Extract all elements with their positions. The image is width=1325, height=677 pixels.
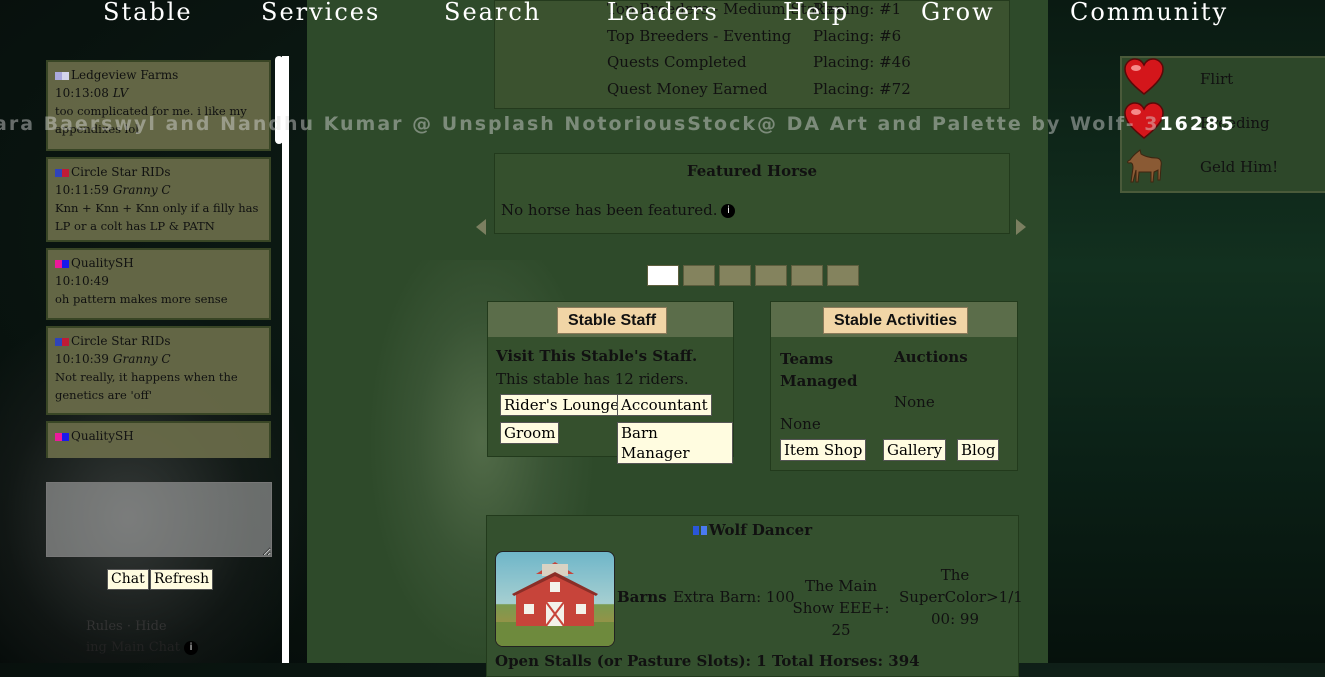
chat-time: 10:11:59 — [55, 183, 109, 197]
chat-input[interactable] — [46, 482, 272, 557]
chat-message: Circle Star RIDs 10:10:39 Granny C Not re… — [46, 326, 271, 415]
barn-icon — [496, 562, 614, 646]
stable-staff-title: Stable Staff — [557, 307, 668, 334]
carousel-dot[interactable] — [683, 265, 715, 286]
barns-label: Barns — [617, 588, 667, 606]
heart-icon — [1124, 58, 1164, 95]
nav-grow[interactable]: Grow — [921, 0, 995, 26]
chat-time: 10:10:39 — [55, 352, 109, 366]
chat-text: Not really, it happens when the genetics… — [55, 370, 238, 402]
chat-username[interactable]: Circle Star RIDs — [71, 334, 171, 348]
flag-icon — [692, 526, 699, 535]
horse-card: Wolf Dancer Barns Extra Barn: 100 The Ma… — [486, 515, 1023, 677]
nav-search[interactable]: Search — [444, 0, 541, 26]
chat-user-tag: Granny C — [112, 352, 171, 366]
featured-horse-box: Featured Horse No horse has been feature… — [494, 153, 1010, 234]
flag-icon — [55, 432, 69, 441]
flirt-action[interactable]: Flirt — [1122, 58, 1325, 98]
carousel-dot[interactable] — [827, 265, 859, 286]
auctions-value: None — [894, 393, 935, 411]
nav-help[interactable]: Help — [783, 0, 849, 26]
flag-icon — [55, 168, 69, 177]
stable-staff-panel: Stable Staff Visit This Stable's Staff. … — [487, 301, 734, 464]
stable-activities-title: Stable Activities — [823, 307, 969, 334]
chat-message: Ledgeview Farms 10:13:08 LV too complicat… — [46, 60, 271, 151]
staff-riders-count: This stable has 12 riders. — [496, 370, 689, 388]
credit-text: ara Baerswyl and Nandhu Kumar @ Unsplash… — [0, 113, 1160, 135]
chat-username[interactable]: Ledgeview Farms — [71, 68, 178, 82]
banner-credit: ara Baerswyl and Nandhu Kumar @ Unsplash… — [0, 113, 1236, 135]
info-icon[interactable]: i — [721, 204, 736, 218]
main-show-count: The Main Show EEE+: 25 — [792, 577, 890, 639]
stat-label: Quests Completed — [607, 53, 747, 71]
barn-manager-button[interactable]: Barn Manager — [617, 422, 733, 464]
chat-user-tag: Granny C — [112, 183, 171, 197]
carousel-dot[interactable] — [647, 265, 679, 286]
top-navigation: Stable Services Search Leaders Help Grow… — [0, 0, 1325, 30]
teams-value: None — [780, 415, 821, 433]
chat-user-tag: LV — [112, 86, 129, 100]
chat-rules-hide-links[interactable]: Rules · Hide — [86, 619, 167, 634]
geld-action[interactable]: Geld Him! — [1122, 146, 1325, 186]
carousel-dot[interactable] — [719, 265, 751, 286]
barn-image[interactable] — [495, 551, 615, 647]
chat-username[interactable]: Circle Star RIDs — [71, 165, 171, 179]
info-icon[interactable]: i — [184, 640, 199, 655]
chat-send-button[interactable]: Chat — [107, 569, 149, 590]
featured-message-row: No horse has been featured. i — [501, 201, 736, 219]
geld-label[interactable]: Geld Him! — [1200, 158, 1278, 176]
nav-leaders[interactable]: Leaders — [607, 0, 719, 26]
carousel-dot[interactable] — [791, 265, 823, 286]
chat-refresh-button[interactable]: Refresh — [150, 569, 214, 590]
horse-name[interactable]: Wolf Dancer — [709, 521, 812, 539]
stat-placing: Placing: #72 — [813, 80, 911, 98]
chat-time: 10:10:49 — [55, 274, 109, 288]
riders-lounge-button[interactable]: Rider's Lounge — [500, 394, 624, 416]
staff-heading: Visit This Stable's Staff. — [496, 347, 698, 365]
featured-title: Featured Horse — [686, 162, 818, 180]
supercolor-count: The SuperColor>1/1 00: 99 — [899, 566, 1023, 628]
chat-text: oh pattern makes more sense — [55, 292, 228, 306]
horse-name-row: Wolf Dancer — [487, 521, 1018, 539]
nav-services[interactable]: Services — [261, 0, 380, 26]
carousel-prev-icon[interactable] — [476, 219, 486, 235]
stable-activities-panel: Stable Activities Teams Managed Auctions… — [770, 301, 1018, 471]
chat-username[interactable]: QualitySH — [71, 256, 134, 270]
extra-barn-count: Extra Barn: 100 — [673, 588, 795, 606]
gallery-button[interactable]: Gallery — [883, 439, 947, 461]
carousel-next-icon[interactable] — [1016, 219, 1026, 235]
horse-icon — [1127, 149, 1162, 183]
flirt-label[interactable]: Flirt — [1200, 70, 1233, 88]
flag-icon — [55, 337, 69, 346]
item-shop-button[interactable]: Item Shop — [780, 439, 867, 461]
chat-time: 10:13:08 — [55, 86, 109, 100]
stalls-footer: Open Stalls (or Pasture Slots): 1 Total … — [495, 652, 920, 670]
flag-icon — [55, 259, 69, 268]
blog-button[interactable]: Blog — [957, 439, 1000, 461]
auctions-label: Auctions — [894, 348, 968, 366]
credit-text-highlight: 16285 — [1159, 113, 1236, 135]
chat-main-chat-text[interactable]: ing Main Chat — [86, 640, 180, 655]
chat-scrollbar-track[interactable] — [282, 56, 289, 663]
chat-username[interactable]: QualitySH — [71, 429, 134, 443]
chat-message: Circle Star RIDs 10:11:59 Granny C Knn + … — [46, 157, 271, 242]
flag-icon — [55, 71, 69, 80]
stat-label: Quest Money Earned — [607, 80, 768, 98]
stat-placing: Placing: #46 — [813, 53, 911, 71]
groom-button[interactable]: Groom — [500, 422, 560, 444]
chat-message: QualitySH — [46, 421, 271, 458]
accountant-button[interactable]: Accountant — [617, 394, 712, 416]
nav-stable[interactable]: Stable — [103, 0, 193, 26]
featured-message: No horse has been featured. — [501, 201, 718, 219]
carousel-dot[interactable] — [755, 265, 787, 286]
nav-community[interactable]: Community — [1070, 0, 1228, 26]
chat-message: QualitySH 10:10:49 oh pattern makes more… — [46, 248, 271, 320]
chat-main-chat-link: ing Main Chat i — [86, 640, 199, 655]
flag-icon — [700, 526, 707, 535]
chat-text: Knn + Knn + Knn only if a filly has LP o… — [55, 201, 259, 233]
teams-managed-label: Teams Managed — [780, 350, 858, 390]
